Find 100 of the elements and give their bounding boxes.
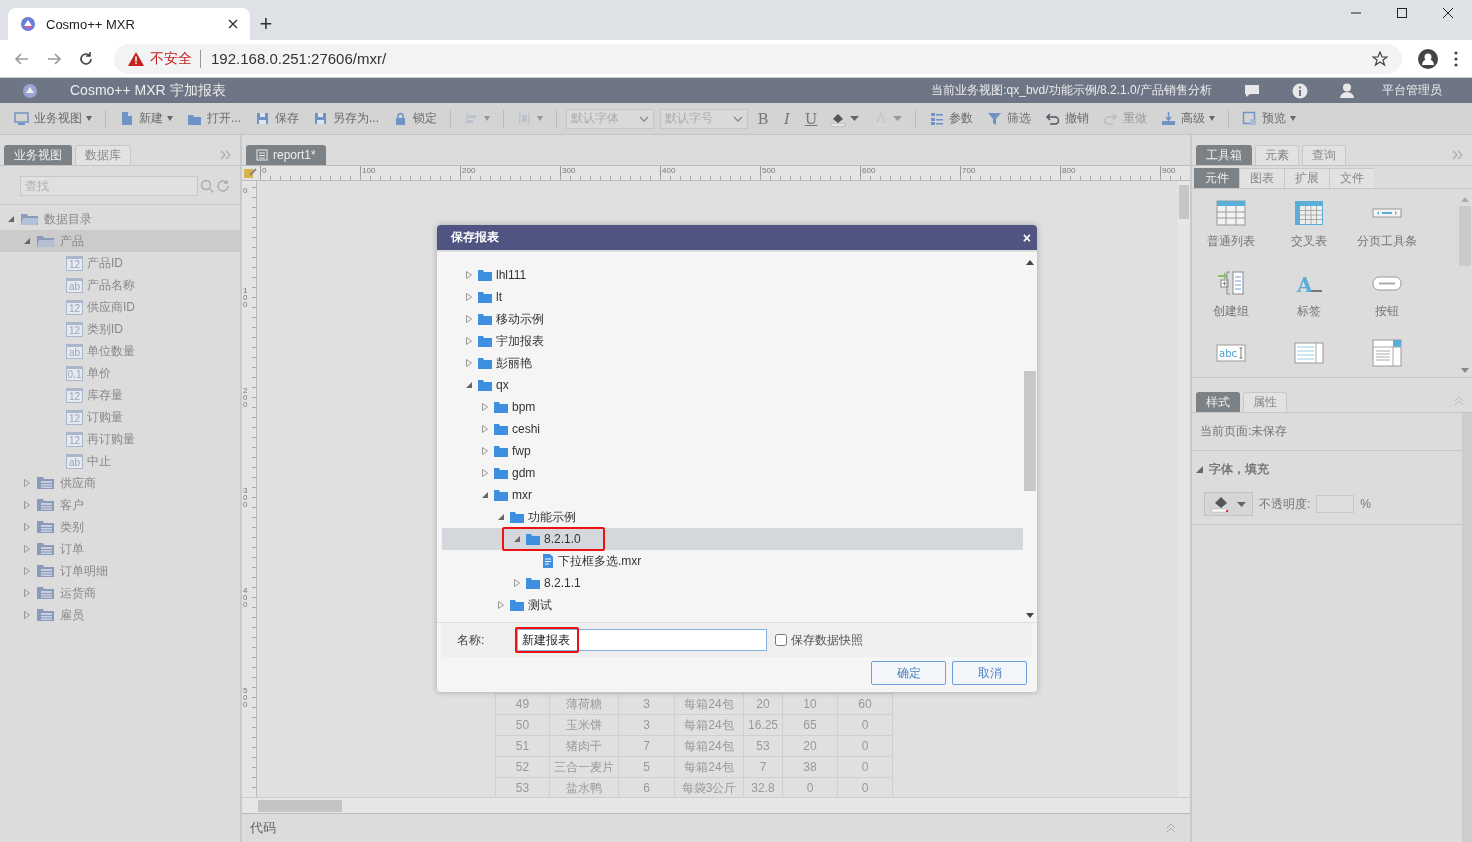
account-icon[interactable] [1418, 48, 1438, 69]
tree-item[interactable]: ab 单位数量 [0, 340, 240, 362]
tree-item[interactable]: lhl111 [442, 264, 1023, 286]
browser-tab[interactable]: Cosmo++ MXR [8, 8, 250, 40]
forward-icon[interactable] [46, 50, 62, 67]
tree-item[interactable]: 下拉框多选.mxr [442, 550, 1023, 572]
document-tab[interactable]: report1* [246, 145, 326, 165]
tree-item[interactable]: 12 产品ID [0, 252, 240, 274]
tree-item[interactable]: 产品 [0, 230, 240, 252]
panel-tab[interactable]: 图表 [1239, 168, 1284, 188]
section-header[interactable]: 字体，填充 [1192, 451, 1462, 488]
format-button[interactable]: I [778, 109, 797, 128]
collapsed-arrow-icon[interactable] [24, 545, 30, 553]
tree-item[interactable]: 供应商 [0, 472, 240, 494]
star-icon[interactable] [1372, 50, 1388, 67]
collapsed-arrow-icon[interactable] [24, 501, 30, 509]
tree-item[interactable]: 12 供应商ID [0, 296, 240, 318]
panel-tab[interactable]: 工具箱 [1196, 145, 1252, 165]
expanded-arrow-icon[interactable] [482, 492, 488, 498]
dialog-button[interactable]: 确定 [871, 661, 946, 685]
fill-color-button[interactable] [1204, 492, 1253, 516]
expanded-arrow-icon[interactable] [24, 238, 30, 244]
tree-item[interactable]: 订单明细 [0, 560, 240, 582]
chat-icon[interactable] [1244, 83, 1260, 98]
collapse-up-icon[interactable] [1454, 396, 1464, 406]
tree-item[interactable]: fwp [442, 440, 1023, 462]
tree-item[interactable]: gdm [442, 462, 1023, 484]
tree-item[interactable]: 12 类别ID [0, 318, 240, 340]
dialog-button[interactable]: 取消 [952, 661, 1027, 685]
tool-button[interactable]: 创建组 [1192, 269, 1270, 327]
collapsed-arrow-icon[interactable] [24, 567, 30, 575]
back-icon[interactable] [14, 50, 30, 67]
refresh-icon[interactable] [216, 179, 230, 193]
expanded-arrow-icon[interactable] [514, 536, 520, 542]
toolbar-button[interactable]: 高级 [1157, 108, 1220, 129]
panel-tab[interactable]: 业务视图 [4, 145, 72, 165]
collapsed-arrow-icon[interactable] [482, 403, 488, 411]
tree-item[interactable]: ab 产品名称 [0, 274, 240, 296]
toolbar-button[interactable]: 预览 [1238, 108, 1301, 129]
maximize-icon[interactable] [1396, 7, 1408, 19]
tool-button[interactable]: 分页工具条 [1348, 199, 1426, 257]
close-icon[interactable] [228, 19, 238, 29]
collapsed-arrow-icon[interactable] [466, 337, 472, 345]
tool-button[interactable]: A 标签 [1270, 269, 1348, 327]
collapsed-arrow-icon[interactable] [466, 293, 472, 301]
url-text[interactable]: 192.168.0.251:27606/mxr/ [207, 50, 387, 67]
name-field[interactable]: 新建报表 [517, 629, 767, 651]
toolbar-button[interactable]: 业务视图 [10, 108, 96, 129]
tree-item[interactable]: 彭丽艳 [442, 352, 1023, 374]
tree-item[interactable]: qx [442, 374, 1023, 396]
tree-item[interactable]: ab 中止 [0, 450, 240, 472]
tree-item[interactable]: 移动示例 [442, 308, 1023, 330]
collapsed-arrow-icon[interactable] [24, 479, 30, 487]
panel-tab[interactable]: 元件 [1194, 168, 1239, 188]
tree-item[interactable]: 客户 [0, 494, 240, 516]
format-button[interactable]: B [754, 109, 773, 128]
close-button[interactable]: × [1022, 229, 1031, 246]
horizontal-scrollbar[interactable] [242, 797, 1190, 813]
format-button[interactable]: U [802, 109, 821, 128]
tree-item[interactable]: 功能示例 [442, 506, 1023, 528]
close-icon[interactable] [1442, 7, 1454, 19]
tree-item[interactable]: lt [442, 286, 1023, 308]
toolbar-button[interactable]: 撤销 [1041, 108, 1094, 129]
collapsed-arrow-icon[interactable] [24, 589, 30, 597]
more-icon[interactable] [1454, 50, 1458, 67]
tree-item[interactable]: 订单 [0, 538, 240, 560]
collapsed-arrow-icon[interactable] [482, 447, 488, 455]
collapsed-arrow-icon[interactable] [498, 601, 504, 609]
tree-item[interactable]: 8.2.1.0 [442, 528, 1023, 550]
panel-tab[interactable]: 数据库 [75, 145, 131, 165]
collapse-icon[interactable] [1452, 150, 1464, 160]
expanded-arrow-icon[interactable] [8, 216, 14, 222]
tree-item[interactable]: 数据目录 [0, 208, 240, 230]
tree-item[interactable]: 12 库存量 [0, 384, 240, 406]
tree-item[interactable]: 12 再订购量 [0, 428, 240, 450]
security-warning[interactable]: 不安全 [150, 49, 201, 68]
tree-item[interactable]: 8.2.1.1 [442, 572, 1023, 594]
new-tab-button[interactable]: + [250, 8, 282, 40]
panel-tab[interactable]: 元素 [1255, 145, 1299, 165]
collapsed-arrow-icon[interactable] [466, 315, 472, 323]
expand-icon[interactable] [1166, 823, 1176, 833]
panel-tab[interactable]: 样式 [1196, 392, 1240, 412]
expanded-arrow-icon[interactable] [498, 514, 504, 520]
tree-item[interactable]: ceshi [442, 418, 1023, 440]
tool-button[interactable]: 普通列表 [1192, 199, 1270, 257]
tree-item[interactable]: 0.1 单价 [0, 362, 240, 384]
collapsed-arrow-icon[interactable] [24, 523, 30, 531]
toolbar-button[interactable]: 打开... [183, 108, 245, 129]
tree-item[interactable]: 雇员 [0, 604, 240, 626]
tree-item[interactable]: 类别 [0, 516, 240, 538]
collapsed-arrow-icon[interactable] [514, 579, 520, 587]
panel-tab[interactable]: 查询 [1302, 145, 1346, 165]
tree-item[interactable]: 测试 [442, 594, 1023, 616]
panel-tab[interactable]: 属性 [1243, 392, 1287, 412]
collapsed-arrow-icon[interactable] [24, 611, 30, 619]
toolbar-button[interactable]: 参数 [925, 108, 978, 129]
search-icon[interactable] [200, 179, 214, 193]
tool-button[interactable]: 按钮 [1348, 269, 1426, 327]
collapsed-arrow-icon[interactable] [482, 425, 488, 433]
collapsed-arrow-icon[interactable] [482, 469, 488, 477]
